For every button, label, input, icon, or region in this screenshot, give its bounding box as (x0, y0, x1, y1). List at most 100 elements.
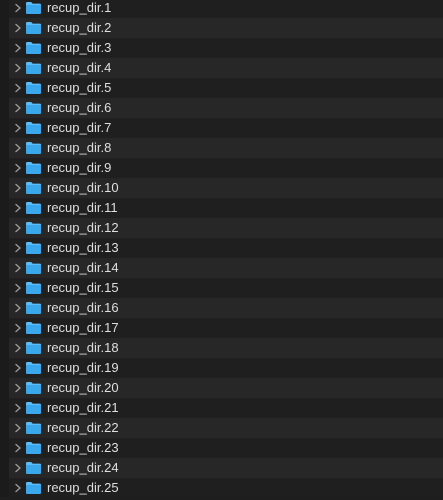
chevron-right-icon[interactable] (14, 143, 22, 153)
folder-name: recup_dir.17 (47, 320, 119, 335)
folder-name: recup_dir.20 (47, 380, 119, 395)
folder-name: recup_dir.2 (47, 20, 112, 35)
chevron-right-icon[interactable] (14, 283, 22, 293)
chevron-right-icon[interactable] (14, 323, 22, 333)
folder-icon (25, 441, 42, 455)
chevron-right-icon[interactable] (14, 123, 22, 133)
folder-name: recup_dir.21 (47, 400, 119, 415)
folder-icon (25, 321, 42, 335)
chevron-right-icon[interactable] (14, 463, 22, 473)
folder-row[interactable]: recup_dir.22 (0, 418, 443, 438)
folder-icon (25, 141, 42, 155)
folder-icon (25, 421, 42, 435)
folder-name: recup_dir.8 (47, 140, 112, 155)
folder-row[interactable]: recup_dir.20 (0, 378, 443, 398)
folder-row[interactable]: recup_dir.9 (0, 158, 443, 178)
chevron-right-icon[interactable] (14, 103, 22, 113)
folder-icon (25, 161, 42, 175)
folder-row[interactable]: recup_dir.5 (0, 78, 443, 98)
folder-icon (25, 201, 42, 215)
chevron-right-icon[interactable] (14, 83, 22, 93)
folder-name: recup_dir.19 (47, 360, 119, 375)
folder-icon (25, 361, 42, 375)
folder-icon (25, 281, 42, 295)
folder-row[interactable]: recup_dir.12 (0, 218, 443, 238)
folder-row[interactable]: recup_dir.3 (0, 38, 443, 58)
folder-name: recup_dir.5 (47, 80, 112, 95)
chevron-right-icon[interactable] (14, 263, 22, 273)
folder-icon (25, 121, 42, 135)
chevron-right-icon[interactable] (14, 363, 22, 373)
chevron-right-icon[interactable] (14, 443, 22, 453)
folder-icon (25, 261, 42, 275)
folder-row[interactable]: recup_dir.2 (0, 18, 443, 38)
folder-name: recup_dir.4 (47, 60, 112, 75)
folder-row[interactable]: recup_dir.1 (0, 0, 443, 18)
folder-row[interactable]: recup_dir.4 (0, 58, 443, 78)
folder-icon (25, 301, 42, 315)
folder-name: recup_dir.7 (47, 120, 112, 135)
chevron-right-icon[interactable] (14, 483, 22, 493)
folder-row[interactable]: recup_dir.15 (0, 278, 443, 298)
folder-row[interactable]: recup_dir.16 (0, 298, 443, 318)
folder-row[interactable]: recup_dir.17 (0, 318, 443, 338)
folder-row[interactable]: recup_dir.24 (0, 458, 443, 478)
chevron-right-icon[interactable] (14, 183, 22, 193)
folder-icon (25, 101, 42, 115)
folder-name: recup_dir.16 (47, 300, 119, 315)
chevron-right-icon[interactable] (14, 303, 22, 313)
chevron-right-icon[interactable] (14, 203, 22, 213)
chevron-right-icon[interactable] (14, 63, 22, 73)
chevron-right-icon[interactable] (14, 343, 22, 353)
folder-row[interactable]: recup_dir.7 (0, 118, 443, 138)
folder-row[interactable]: recup_dir.10 (0, 178, 443, 198)
folder-icon (25, 401, 42, 415)
folder-name: recup_dir.18 (47, 340, 119, 355)
chevron-right-icon[interactable] (14, 163, 22, 173)
folder-icon (25, 41, 42, 55)
chevron-right-icon[interactable] (14, 43, 22, 53)
folder-name: recup_dir.6 (47, 100, 112, 115)
folder-icon (25, 221, 42, 235)
folder-name: recup_dir.3 (47, 40, 112, 55)
folder-name: recup_dir.23 (47, 440, 119, 455)
folder-name: recup_dir.11 (47, 200, 118, 215)
folder-name: recup_dir.14 (47, 260, 119, 275)
chevron-right-icon[interactable] (14, 23, 22, 33)
folder-row[interactable]: recup_dir.25 (0, 478, 443, 498)
folder-row[interactable]: recup_dir.13 (0, 238, 443, 258)
folder-row[interactable]: recup_dir.14 (0, 258, 443, 278)
folder-name: recup_dir.24 (47, 460, 119, 475)
folder-icon (25, 341, 42, 355)
chevron-right-icon[interactable] (14, 403, 22, 413)
chevron-right-icon[interactable] (14, 243, 22, 253)
folder-row[interactable]: recup_dir.21 (0, 398, 443, 418)
folder-icon (25, 1, 42, 15)
folder-icon (25, 381, 42, 395)
folder-name: recup_dir.1 (47, 0, 112, 15)
folder-name: recup_dir.9 (47, 160, 112, 175)
folder-icon (25, 241, 42, 255)
folder-row[interactable]: recup_dir.8 (0, 138, 443, 158)
folder-name: recup_dir.15 (47, 280, 119, 295)
folder-name: recup_dir.12 (47, 220, 119, 235)
folder-icon (25, 21, 42, 35)
folder-name: recup_dir.10 (47, 180, 119, 195)
chevron-right-icon[interactable] (14, 223, 22, 233)
chevron-right-icon[interactable] (14, 383, 22, 393)
folder-name: recup_dir.25 (47, 480, 119, 495)
chevron-right-icon[interactable] (14, 423, 22, 433)
folder-row[interactable]: recup_dir.23 (0, 438, 443, 458)
folder-name: recup_dir.22 (47, 420, 119, 435)
folder-name: recup_dir.13 (47, 240, 119, 255)
folder-row[interactable]: recup_dir.19 (0, 358, 443, 378)
folder-row[interactable]: recup_dir.18 (0, 338, 443, 358)
folder-list: recup_dir.1 recup_dir.2 recup_dir.3 recup_d… (0, 0, 443, 498)
folder-icon (25, 61, 42, 75)
folder-icon (25, 481, 42, 495)
chevron-right-icon[interactable] (14, 3, 22, 13)
folder-icon (25, 461, 42, 475)
folder-icon (25, 181, 42, 195)
folder-row[interactable]: recup_dir.11 (0, 198, 443, 218)
folder-row[interactable]: recup_dir.6 (0, 98, 443, 118)
